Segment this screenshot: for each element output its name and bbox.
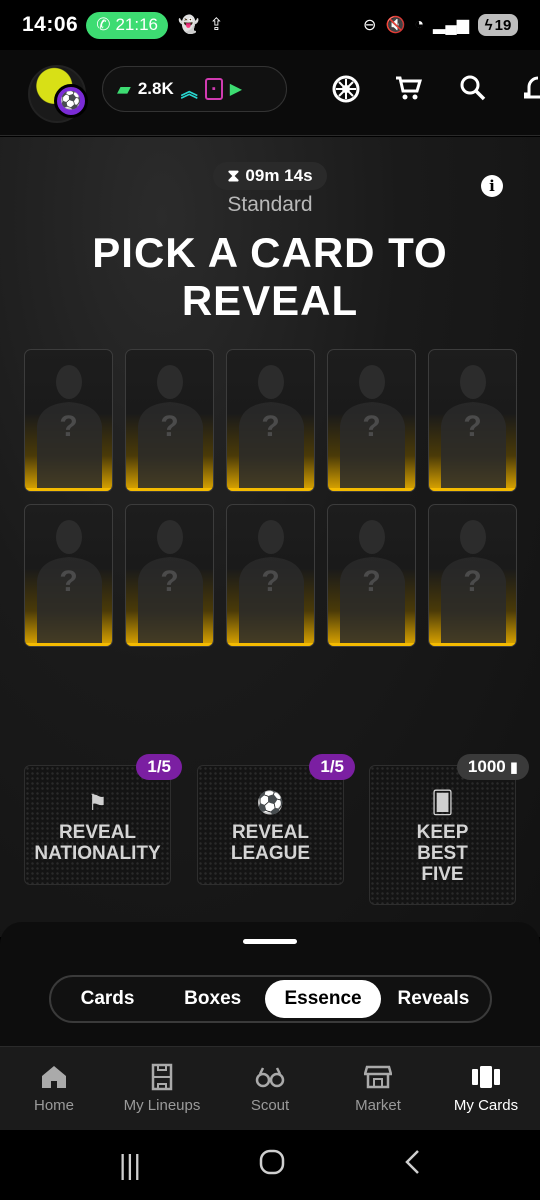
keep-best-five-button[interactable]: 1000 ▮ 🂠 KEEP BEST FIVE — [369, 754, 529, 905]
flag-icon: ⚑ — [87, 790, 108, 815]
bolt-icon: ϟ — [484, 16, 493, 34]
mystery-card[interactable]: ? — [327, 504, 416, 647]
question-mark: ? — [261, 410, 280, 443]
chevrons-up-icon: ︽ — [180, 81, 198, 101]
store-icon — [364, 1063, 392, 1091]
card-grid: ?????????? — [24, 349, 518, 647]
reveal-nationality-button[interactable]: 1/5 ⚑ REVEAL NATIONALITY — [24, 754, 182, 885]
ongoing-call-pill[interactable]: ✆ 21:16 — [86, 11, 169, 39]
back-icon[interactable] — [403, 1149, 421, 1182]
binoculars-icon — [255, 1063, 285, 1091]
balance-amount: 2.8K — [137, 79, 174, 98]
play-icon: ▶ — [229, 81, 243, 98]
wifi-icon: ◔ — [414, 16, 425, 33]
nav-market[interactable]: Market — [324, 1047, 432, 1130]
mystery-card[interactable]: ? — [24, 349, 113, 492]
tab-essence[interactable]: Essence — [265, 980, 381, 1018]
reveal-area: ⧗ 09m 14s i Standard PICK A CARD TO REVE… — [0, 137, 540, 937]
signal-icon: ▂▄▆ — [433, 17, 469, 34]
question-mark: ? — [362, 565, 381, 598]
mystery-card[interactable]: ? — [125, 504, 214, 647]
mystery-card[interactable]: ? — [226, 504, 315, 647]
home-button-icon[interactable] — [259, 1149, 285, 1182]
pitch-icon — [151, 1063, 173, 1091]
question-mark: ? — [261, 565, 280, 598]
timer-value: 09m 14s — [245, 166, 313, 185]
ball-icon: ⚽ — [256, 790, 285, 815]
uses-badge: 1/5 — [136, 754, 182, 780]
system-nav-bar: ||| — [0, 1130, 540, 1200]
nav-label: Scout — [250, 1097, 290, 1114]
cards-icon — [471, 1063, 501, 1091]
uses-badge: 1/5 — [309, 754, 355, 780]
battery-level: 19 — [494, 16, 512, 34]
nav-scout[interactable]: Scout — [216, 1047, 324, 1130]
dnd-icon: ⊖ — [363, 17, 377, 34]
tab-boxes[interactable]: Boxes — [160, 980, 265, 1018]
segment-tabs: Cards Boxes Essence Reveals — [49, 975, 492, 1023]
wallet-pill[interactable]: ▰ 2.8K ︽ ▪ ▶ — [102, 66, 287, 112]
question-mark: ? — [59, 410, 78, 443]
mystery-card[interactable]: ? — [24, 504, 113, 647]
nav-label: My Lineups — [123, 1097, 201, 1114]
nav-my-cards[interactable]: My Cards — [432, 1047, 540, 1130]
bell-icon[interactable] — [522, 74, 540, 109]
question-mark: ? — [160, 565, 179, 598]
countdown-timer: ⧗ 09m 14s — [213, 162, 327, 190]
cards-icon: 🂠 — [431, 790, 454, 815]
action-label: REVEAL LEAGUE — [230, 822, 311, 864]
home-icon — [40, 1063, 68, 1091]
hourglass-icon: ⧗ — [227, 166, 240, 185]
cost-badge: 1000 ▮ — [456, 754, 529, 780]
app-header: ⚽ ▰ 2.8K ︽ ▪ ▶ — [0, 50, 540, 136]
bottom-nav: Home My Lineups Scout Market My Cards — [0, 1046, 540, 1130]
mystery-card[interactable]: ? — [226, 349, 315, 492]
action-label: REVEAL NATIONALITY — [34, 822, 161, 864]
status-bar: 14:06 ✆ 21:16 👻 ⇪ ⊖ 🔇 ◔ ▂▄▆ ϟ 19 — [0, 0, 540, 50]
card-icon: ▪ — [204, 78, 223, 100]
nav-my-lineups[interactable]: My Lineups — [108, 1047, 216, 1130]
wheel-icon[interactable] — [331, 74, 361, 111]
tab-cards[interactable]: Cards — [55, 980, 160, 1018]
recents-icon[interactable]: ||| — [119, 1149, 141, 1181]
action-label: KEEP BEST FIVE — [416, 822, 469, 885]
question-mark: ? — [59, 565, 78, 598]
snapchat-icon: 👻 — [178, 15, 200, 34]
tab-reveals[interactable]: Reveals — [381, 980, 486, 1018]
battery-indicator: ϟ 19 — [478, 14, 518, 36]
reveal-league-button[interactable]: 1/5 ⚽ REVEAL LEAGUE — [197, 754, 355, 885]
nav-home[interactable]: Home — [0, 1047, 108, 1130]
ball-icon: ⚽ — [54, 84, 88, 118]
cost-value: 1000 — [467, 757, 506, 776]
question-mark: ? — [362, 410, 381, 443]
page-title: PICK A CARD TO REVEAL — [92, 229, 448, 324]
mystery-card[interactable]: ? — [428, 504, 517, 647]
cart-icon[interactable] — [394, 74, 423, 109]
mystery-card[interactable]: ? — [125, 349, 214, 492]
reveal-actions: 1/5 ⚑ REVEAL NATIONALITY 1/5 ⚽ REVEAL LE… — [24, 754, 529, 917]
bottom-sheet: Cards Boxes Essence Reveals — [0, 922, 540, 1046]
search-icon[interactable] — [459, 74, 487, 109]
question-mark: ? — [463, 565, 482, 598]
call-duration: 21:16 — [115, 15, 159, 34]
reveal-type: Standard — [227, 193, 313, 216]
question-mark: ? — [463, 410, 482, 443]
essence-icon: ▮ — [509, 759, 518, 776]
mystery-card[interactable]: ? — [428, 349, 517, 492]
question-mark: ? — [160, 410, 179, 443]
status-time: 14:06 — [22, 13, 79, 36]
nav-label: Home — [33, 1097, 74, 1114]
phone-icon: ✆ — [96, 15, 111, 34]
nav-label: My Cards — [453, 1097, 519, 1114]
drag-handle[interactable] — [243, 939, 297, 944]
cash-icon: ▰ — [117, 78, 131, 99]
mystery-card[interactable]: ? — [327, 349, 416, 492]
mute-icon: 🔇 — [385, 17, 406, 34]
upload-icon: ⇪ — [209, 15, 224, 34]
nav-label: Market — [355, 1097, 401, 1114]
